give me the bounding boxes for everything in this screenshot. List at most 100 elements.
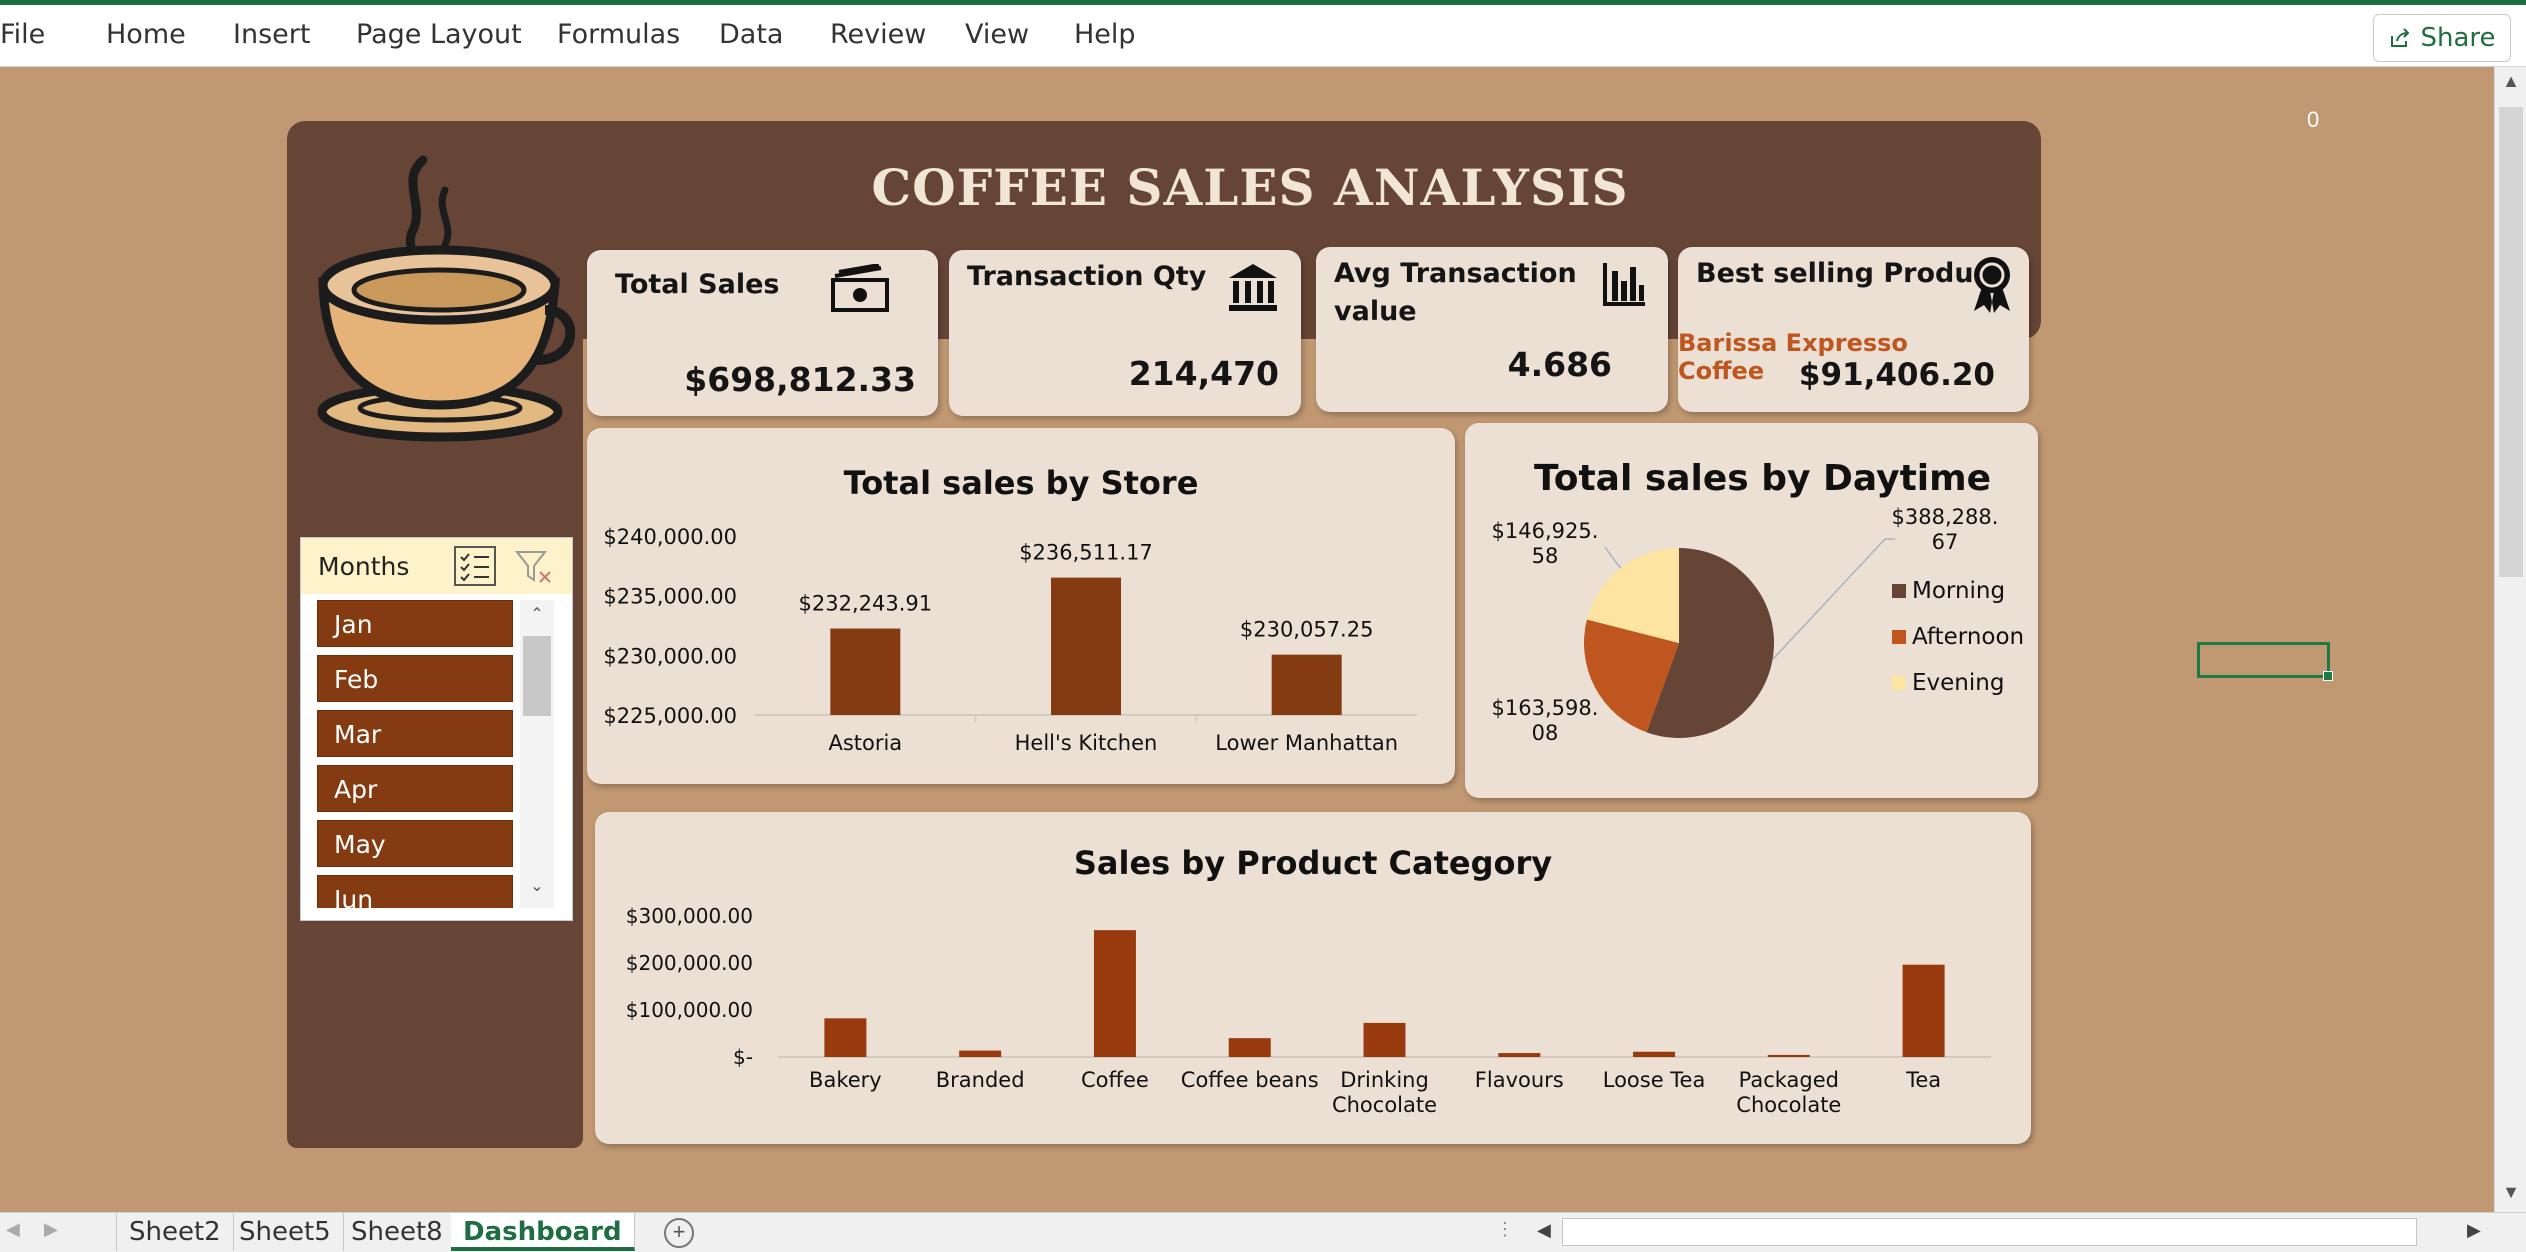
slicer-item-mar[interactable]: Mar — [317, 710, 513, 757]
kpi-card-best-product: Best selling Product Barissa Expresso Co… — [1678, 247, 2029, 412]
chart-card-sales-by-store[interactable]: Total sales by Store $240,000.00 $235,000… — [587, 428, 1455, 784]
clear-filter-icon[interactable] — [513, 546, 555, 586]
prev-sheet-icon[interactable]: ◀ — [6, 1219, 20, 1240]
sales-by-store-chart: $240,000.00 $235,000.00 $230,000.00 $225,00… — [603, 525, 1417, 755]
legend-swatch — [1892, 676, 1906, 690]
y-tick-label: $200,000.00 — [626, 951, 753, 975]
kpi-total-sales-value: $698,812.33 — [684, 360, 916, 399]
kpi-total-sales-label: Total Sales — [615, 269, 780, 300]
menu-page-layout[interactable]: Page Layout — [356, 19, 522, 50]
bar-branded — [959, 1050, 1002, 1057]
bar-chart-icon — [1603, 263, 1645, 306]
x-tick-label: Astoria — [828, 731, 902, 755]
dashboard-title: COFFEE SALES ANALYSIS — [871, 158, 1629, 217]
menu-home[interactable]: Home — [106, 19, 186, 50]
tab-sheet5[interactable]: Sheet5 — [227, 1213, 344, 1251]
scroll-down-icon[interactable]: ▼ — [2495, 1182, 2526, 1203]
sales-by-category-chart: $300,000.00 $200,000.00 $100,000.00 $- Baker… — [626, 904, 1991, 1117]
bar-coffee — [1093, 930, 1136, 1057]
bar-flavours — [1498, 1053, 1541, 1057]
cell-value[interactable]: 0 — [2307, 107, 2319, 133]
bar-coffee-beans — [1228, 1038, 1271, 1057]
legend-label: Morning — [1912, 578, 2005, 604]
pie-data-label: $388,288. — [1892, 505, 1999, 529]
kpi-avg-transaction-label: Avg Transaction value — [1334, 255, 1577, 331]
pie-data-label: 08 — [1532, 721, 1559, 745]
kpi-card-avg-transaction: Avg Transaction value 4.686 — [1316, 247, 1668, 412]
slicer-header: Months — [301, 538, 572, 594]
bar-tea — [1902, 964, 1945, 1057]
y-tick-label: $230,000.00 — [603, 644, 737, 668]
kpi-transaction-qty-value: 214,470 — [1128, 354, 1279, 393]
y-tick-label: $300,000.00 — [626, 904, 753, 928]
data-label: $230,057.25 — [1240, 618, 1374, 642]
share-button[interactable]: Share — [2373, 14, 2511, 62]
bar-packaged-chocolate — [1767, 1054, 1810, 1057]
scroll-left-icon[interactable]: ◀ — [1537, 1220, 1551, 1241]
more-options-icon[interactable]: ⋮ — [1496, 1219, 1514, 1240]
slicer-title: Months — [318, 552, 410, 581]
y-tick-label: $- — [733, 1045, 753, 1069]
selected-cell[interactable] — [2197, 642, 2333, 681]
add-sheet-icon[interactable]: + — [664, 1218, 694, 1248]
share-icon — [2391, 28, 2410, 47]
vertical-scrollbar[interactable]: ▲ ▼ — [2494, 67, 2526, 1212]
pie-data-label: $163,598. — [1492, 696, 1599, 720]
menu-data[interactable]: Data — [719, 19, 783, 50]
award-ribbon-icon — [1974, 257, 2010, 313]
x-tick-label: Branded — [936, 1068, 1025, 1092]
bar-drinking-chocolate — [1363, 1022, 1406, 1057]
slicer-item-jun[interactable]: Jun — [317, 875, 513, 908]
months-slicer[interactable]: Months Jan Feb Mar Apr May Jun ⌃ ⌄ — [300, 537, 573, 921]
tab-sheet8[interactable]: Sheet8 — [339, 1213, 456, 1251]
kpi-avg-transaction-value: 4.686 — [1507, 345, 1612, 384]
x-tick-label: Coffee beans — [1181, 1068, 1319, 1092]
tab-dashboard[interactable]: Dashboard — [451, 1213, 635, 1251]
menu-help[interactable]: Help — [1074, 19, 1136, 50]
kpi-card-total-sales: Total Sales $698,812.33 — [587, 250, 938, 416]
menu-formulas[interactable]: Formulas — [557, 19, 680, 50]
x-tick-label: Lower Manhattan — [1215, 731, 1398, 755]
leader-line — [1604, 546, 1622, 569]
scrollbar-thumb[interactable] — [2499, 107, 2523, 577]
bar-lower-manhattan — [1271, 654, 1342, 715]
tab-sheet2[interactable]: Sheet2 — [116, 1213, 234, 1251]
slicer-scroll-thumb[interactable] — [523, 636, 551, 716]
sales-by-daytime-chart: $388,288.67 $163,598.08 $146,925.58 Morning… — [1492, 505, 2025, 745]
y-tick-label: $225,000.00 — [603, 704, 737, 728]
horizontal-scrollbar[interactable]: ◀ ▶ — [1527, 1214, 2493, 1250]
x-tick-label: Packaged — [1739, 1068, 1839, 1092]
menu-review[interactable]: Review — [830, 19, 926, 50]
x-tick-label: Loose Tea — [1603, 1068, 1706, 1092]
x-tick-label: Hell's Kitchen — [1015, 731, 1158, 755]
menu-file[interactable]: File — [0, 19, 45, 50]
multi-select-icon[interactable] — [454, 546, 496, 586]
hscroll-thumb[interactable] — [1562, 1218, 2417, 1246]
slicer-item-may[interactable]: May — [317, 820, 513, 867]
chart-card-sales-by-daytime[interactable]: Total sales by Daytime $388,288. 67 $163,5… — [1465, 423, 2038, 798]
ribbon-menu-bar: File Home Insert Page Layout Formulas Da… — [0, 5, 2526, 67]
menu-insert[interactable]: Insert — [233, 19, 310, 50]
kpi-best-product-value: $91,406.20 — [1798, 357, 1995, 393]
slicer-item-feb[interactable]: Feb — [317, 655, 513, 702]
slicer-scrollbar[interactable]: ⌃ ⌄ — [520, 600, 554, 908]
legend-label: Evening — [1912, 670, 2004, 696]
x-tick-label: Bakery — [809, 1068, 882, 1092]
chart-card-sales-by-category[interactable]: Sales by Product Category $300,000.00 $20… — [595, 812, 2031, 1144]
pie-data-label: 67 — [1932, 530, 1959, 554]
chevron-down-icon[interactable]: ⌄ — [520, 876, 554, 896]
kpi-transaction-qty-label: Transaction Qty — [967, 261, 1207, 292]
legend-swatch — [1892, 584, 1906, 598]
scroll-up-icon[interactable]: ▲ — [2495, 71, 2526, 92]
chevron-up-icon[interactable]: ⌃ — [520, 604, 554, 624]
legend-label: Afternoon — [1912, 624, 2024, 650]
kpi-avg-transaction-label-line2: value — [1334, 296, 1417, 327]
scroll-right-icon[interactable]: ▶ — [2467, 1220, 2481, 1241]
menu-view[interactable]: View — [965, 19, 1029, 50]
slicer-item-jan[interactable]: Jan — [317, 600, 513, 647]
next-sheet-icon[interactable]: ▶ — [44, 1219, 58, 1240]
x-tick-label: Tea — [1905, 1068, 1941, 1092]
slicer-item-apr[interactable]: Apr — [317, 765, 513, 812]
bar-bakery — [824, 1018, 867, 1057]
data-label: $232,243.91 — [799, 592, 933, 616]
